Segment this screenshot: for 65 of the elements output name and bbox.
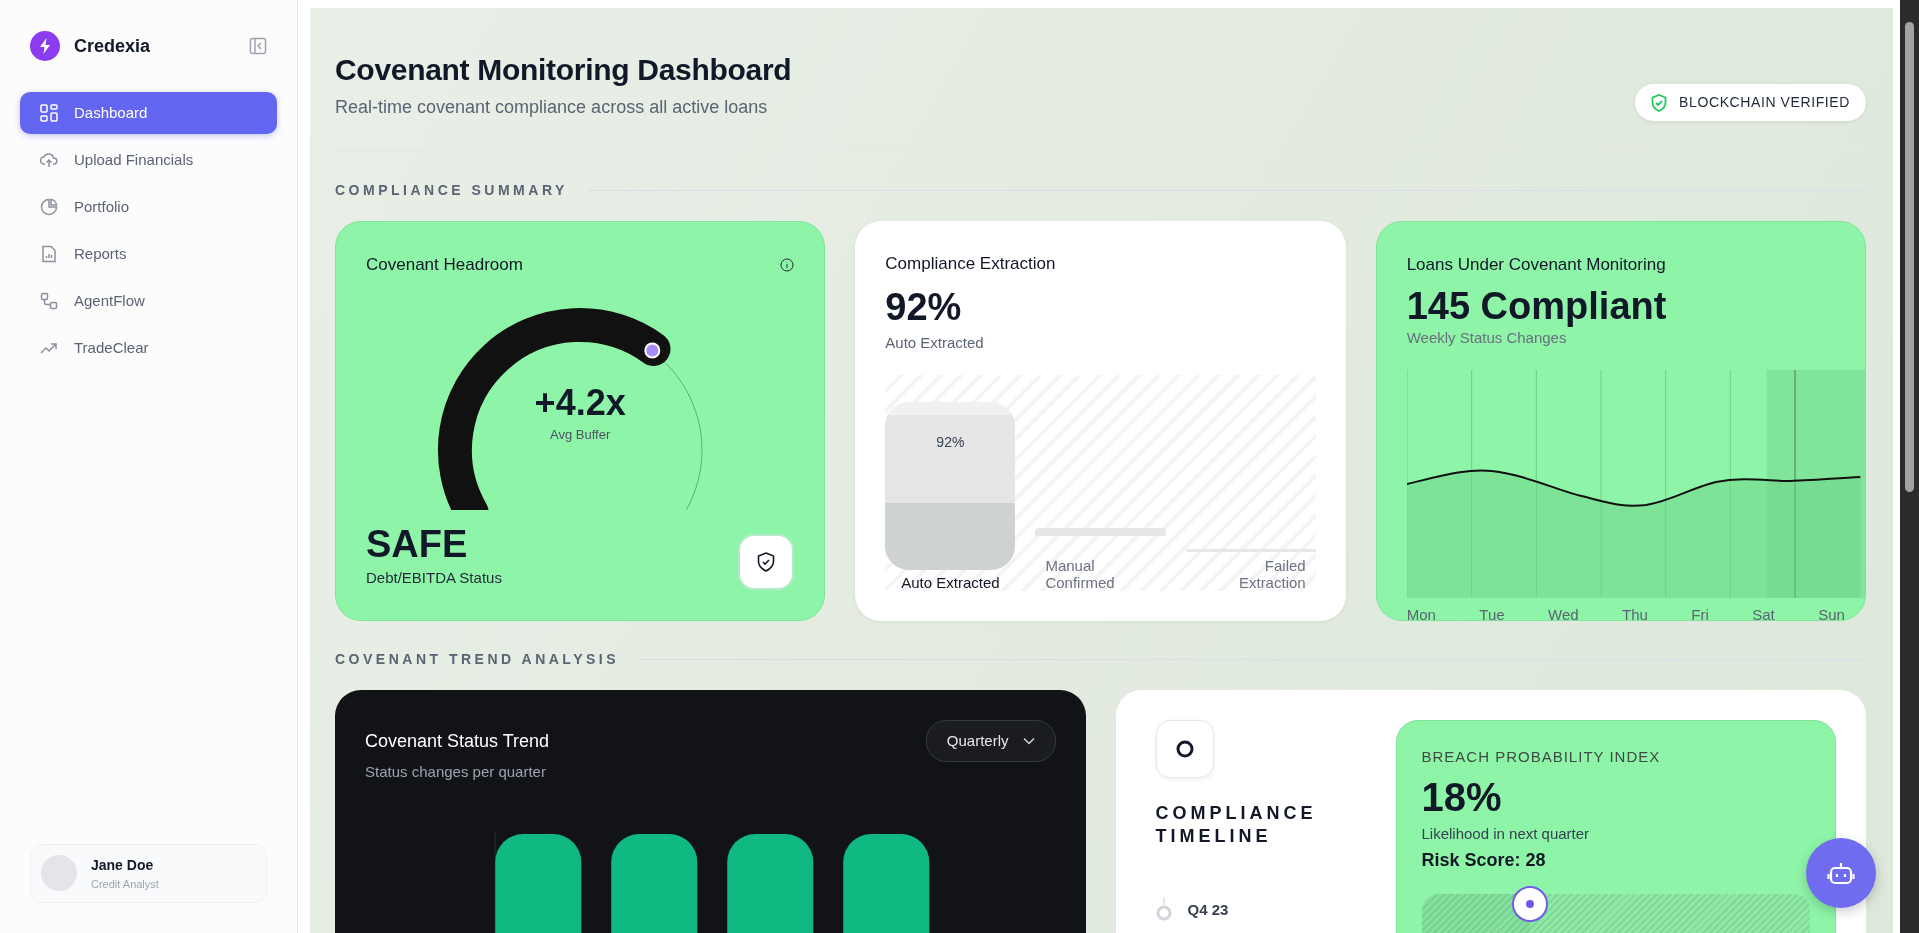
card-title: Covenant Status Trend: [365, 730, 550, 753]
user-name: Jane Doe: [91, 855, 155, 875]
day-label: Fri: [1691, 604, 1709, 625]
day-label: Wed: [1548, 604, 1579, 625]
day-label: Thu: [1622, 604, 1648, 625]
card-title: Covenant Headroom: [366, 254, 523, 276]
gauge-label: Avg Buffer: [549, 425, 612, 444]
timeline-marker-icon: [1155, 896, 1172, 923]
section-heading: COVENANT TREND ANALYSIS: [335, 650, 620, 669]
verified-badge: BLOCKCHAIN VERIFIED: [1635, 84, 1866, 121]
risk-score: Risk Score: 28: [1421, 849, 1547, 872]
workflow-icon: [40, 292, 58, 310]
timeline-label: Q4 23: [1187, 899, 1229, 920]
slider-thumb[interactable]: [1512, 886, 1549, 922]
status-label: Debt/EBITDA Status: [366, 568, 502, 589]
shield-button[interactable]: [738, 534, 795, 590]
circle-icon: [1175, 740, 1194, 758]
user-role: Credit Analyst: [91, 876, 159, 892]
bar-label: Auto Extracted: [900, 572, 1001, 591]
card-subtitle: Status changes per quarter: [365, 762, 547, 782]
brand-name: Credexia: [74, 34, 152, 58]
card-title: Loans Under Covenant Monitoring: [1406, 254, 1667, 276]
period-dropdown[interactable]: Quarterly: [925, 720, 1056, 762]
metric-value: 18%: [1421, 774, 1503, 819]
upload-cloud-icon: [40, 151, 58, 169]
day-label: Tue: [1479, 604, 1505, 625]
day-label: Mon: [1406, 604, 1436, 625]
status-value: SAFE: [366, 523, 468, 566]
page-subtitle: Real-time covenant compliance across all active loans: [335, 96, 769, 119]
nav-item[interactable]: Dashboard: [20, 92, 277, 134]
bar-label: Failed Extraction: [1237, 555, 1307, 591]
metric-label: Auto Extracted: [885, 333, 985, 354]
pie-chart-icon: [40, 198, 58, 216]
dashboard-grid-icon: [40, 104, 58, 122]
card-title: Compliance Extraction: [885, 253, 1057, 275]
nav-item[interactable]: Portfolio: [20, 186, 277, 228]
bar-value: 92%: [936, 433, 965, 453]
shield-check-icon: [1651, 93, 1668, 112]
nav-item[interactable]: AgentFlow: [20, 280, 277, 322]
shield-check-icon: [757, 552, 776, 572]
day-label: Sat: [1752, 604, 1775, 625]
metric-value: 145 Compliant: [1406, 285, 1668, 328]
gauge-value: +4.2x: [533, 380, 627, 425]
bar-label: Manual Confirmed: [1044, 555, 1116, 591]
robot-icon: [1827, 860, 1855, 886]
section-heading: COMPLIANCE SUMMARY: [335, 181, 568, 200]
scrollbar[interactable]: [1900, 0, 1919, 933]
metric-label: Likelihood in next quarter: [1421, 823, 1591, 844]
collapse-sidebar-icon[interactable]: [249, 37, 267, 55]
metric-label: Weekly Status Changes: [1406, 328, 1568, 349]
scrollbar-thumb[interactable]: [1905, 22, 1914, 492]
nav-item[interactable]: Reports: [20, 233, 277, 275]
logo-icon: [30, 31, 60, 61]
timeline-title: COMPLIANCE TIMELINE: [1155, 802, 1318, 849]
caret-icon: [1022, 737, 1035, 745]
user-card[interactable]: Jane Doe Credit Analyst: [30, 843, 267, 903]
day-label: Sun: [1818, 604, 1845, 625]
panel-title: BREACH PROBABILITY INDEX: [1421, 747, 1662, 767]
info-icon[interactable]: [780, 257, 795, 272]
page-title: Covenant Monitoring Dashboard: [335, 52, 792, 88]
metric-value: 92%: [885, 286, 963, 329]
nav-item[interactable]: Upload Financials: [20, 139, 277, 181]
nav-item[interactable]: TradeClear: [20, 327, 277, 369]
gauge-marker: [644, 342, 661, 358]
report-document-icon: [40, 245, 58, 263]
